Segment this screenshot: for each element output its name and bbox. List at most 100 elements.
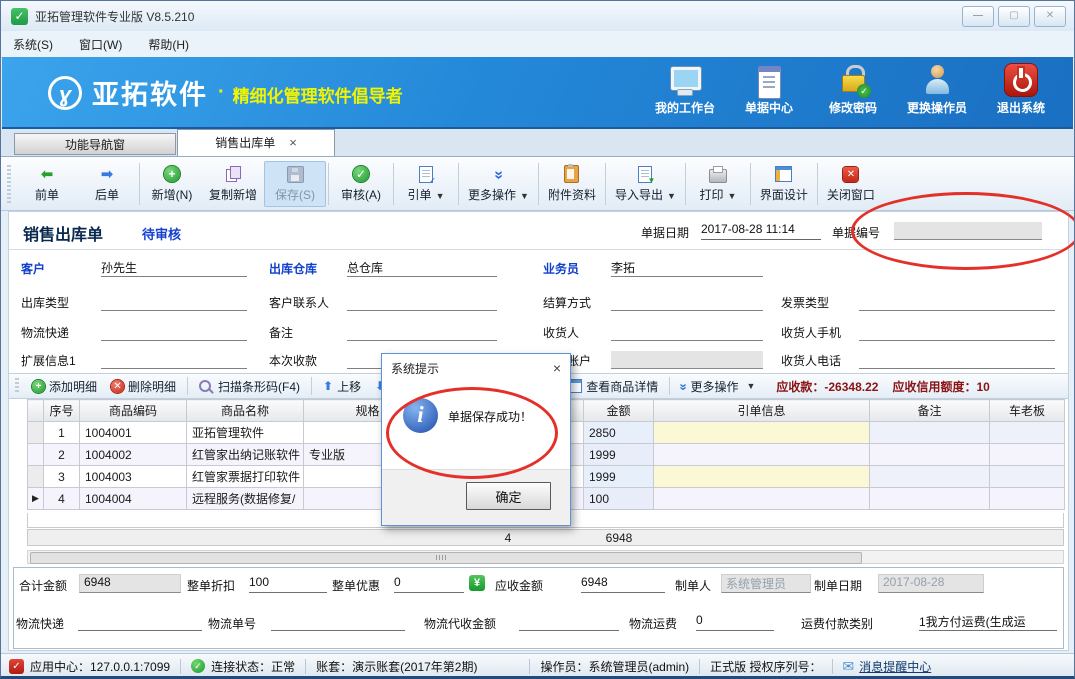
workbench-button[interactable]: 我的工作台 [643,63,727,116]
switch-operator-button[interactable]: 更换操作员 [895,63,979,116]
monitor-icon [668,63,702,97]
move-up-button[interactable]: ⬆ 上移 [323,378,361,395]
doc-date-field[interactable]: 2017-08-28 11:14 [701,222,821,240]
contact-input[interactable] [347,293,497,311]
view-product-button[interactable]: 查看商品详情 [566,378,658,395]
exit-button[interactable]: 退出系统 [979,63,1063,116]
remark-input[interactable] [347,323,497,341]
magnifier-icon [199,380,211,392]
dialog-footer: 确定 [382,469,570,525]
freight-type-field[interactable]: 1我方付运费(生成运 [919,613,1057,631]
scan-barcode-button[interactable]: 扫描条形码(F4) [199,378,300,395]
delete-row-button[interactable]: ✕ 删除明细 [111,378,176,395]
audit-button[interactable]: ✓ 审核(A) [331,162,391,206]
total-amount-label: 合计金额 [19,577,67,594]
print-button[interactable]: 打印▼ [688,162,748,206]
app-window: ✓ 亚拓管理软件专业版 V8.5.210 — ▢ ✕ 系统(S) 窗口(W) 帮… [0,0,1075,679]
connection-status: 连接状态：正常 [211,658,295,675]
minimize-icon[interactable]: — [962,6,994,27]
toolbar-grip [7,165,11,203]
ext-info-input[interactable] [101,351,247,369]
toolbar: ⬅ 前单 ➡ 后单 + 新增(N) 复制新增 保存(S) ✓ 审核(A) ✓ 引… [1,156,1074,211]
next-doc-button[interactable]: ➡ 后单 [77,162,137,206]
add-row-button[interactable]: + 添加明细 [32,378,97,395]
message-center-link[interactable]: 消息提醒中心 [859,658,931,675]
doc-center-button[interactable]: 单据中心 [727,63,811,116]
freight-field[interactable]: 0 [696,613,774,631]
more-row-actions-button[interactable]: » 更多操作 ▼ [681,378,755,395]
horizontal-scrollbar[interactable] [27,550,1064,564]
chevron-down-icon: ▼ [746,381,755,391]
logistics-input[interactable] [101,323,247,341]
doc-no-label: 单据编号 [832,224,880,241]
offer-field[interactable]: 0 [394,575,464,593]
close-icon[interactable]: ✕ [1034,6,1066,27]
consignee-mobile-input[interactable] [859,323,1055,341]
save-button[interactable]: 保存(S) [264,161,326,207]
attachments-button[interactable]: 附件资料 [541,162,603,206]
envelope-icon: ✉ [843,658,855,675]
field-warehouse: 出库仓库 总仓库 [269,257,497,277]
tab-nav[interactable]: 功能导航窗 [14,133,176,155]
customer-input[interactable]: 孙先生 [101,259,247,277]
outbound-type-input[interactable] [101,293,247,311]
row-selector[interactable] [28,444,44,466]
menu-help[interactable]: 帮助(H) [148,36,189,53]
field-customer: 客户 孙先生 [21,257,247,277]
row-selector[interactable] [28,422,44,444]
summary-amount: 6948 [584,531,654,545]
copy-new-button[interactable]: 复制新增 [202,162,264,206]
dialog-close-icon[interactable]: × [553,360,561,376]
receivable-amount: 应收款：-26348.22 [776,378,878,395]
prev-doc-button[interactable]: ⬅ 前单 [17,162,77,206]
consignee-phone-input[interactable] [859,351,1055,369]
tracking-no-field[interactable] [271,613,405,631]
app-logo-icon: ✓ [9,659,24,674]
doc-no-field[interactable] [894,222,1042,240]
info-icon: i [403,398,438,433]
field-consignee-mobile: 收货人手机 [781,321,1055,341]
express-field[interactable] [78,613,202,631]
doc-date-label: 单据日期 [641,224,689,241]
warehouse-input[interactable]: 总仓库 [347,259,497,277]
divider [9,249,1068,250]
menu-system[interactable]: 系统(S) [13,36,53,53]
field-ext-info: 扩展信息1 [21,349,247,369]
x-icon: ✕ [111,380,124,393]
invoice-type-input[interactable] [859,293,1055,311]
tab-sales-outbound[interactable]: 销售出库单× [177,129,335,156]
ui-design-button[interactable]: 界面设计 [753,162,815,206]
dialog-title-bar: 系统提示 × [382,354,570,382]
document-list-icon [752,63,786,97]
salesman-input[interactable]: 李拓 [611,259,763,277]
field-receive-account: 收款账户 [543,349,763,369]
current-row-marker-icon[interactable]: ▶ [28,488,44,510]
receivable-field[interactable]: 6948 [581,575,665,593]
tab-close-icon[interactable]: × [289,135,297,150]
consignee-input[interactable] [611,323,763,341]
receive-account-input[interactable] [611,351,763,369]
connection-ok-icon: ✓ [191,659,205,673]
import-export-button[interactable]: ▼ 导入导出▼ [608,162,683,206]
doc-title: 销售出库单 [23,221,103,245]
maximize-icon[interactable]: ▢ [998,6,1030,27]
new-button[interactable]: + 新增(N) [142,162,202,206]
brand-slogan: 精细化管理软件倡导者 [233,82,403,107]
close-window-button[interactable]: ✕ 关闭窗口 [820,162,882,206]
field-contact: 客户联系人 [269,291,497,311]
change-password-button[interactable]: ✓ 修改密码 [811,63,895,116]
menu-window[interactable]: 窗口(W) [79,36,122,53]
tracking-no-label: 物流单号 [208,615,256,632]
discount-field[interactable]: 100 [249,575,327,593]
doc-status-badge: 待审核 [142,224,181,243]
settlement-input[interactable] [611,293,763,311]
double-chevron-icon: » [491,171,505,178]
cod-field[interactable] [519,613,619,631]
row-selector[interactable] [28,466,44,488]
pull-doc-button[interactable]: ✓ 引单▼ [396,162,456,206]
chevron-down-icon: ▼ [667,191,676,201]
window-title: 亚拓管理软件专业版 V8.5.210 [35,8,194,25]
ok-button[interactable]: 确定 [466,482,551,510]
more-actions-button[interactable]: » 更多操作▼ [461,162,536,206]
scrollbar-thumb[interactable] [30,552,862,564]
